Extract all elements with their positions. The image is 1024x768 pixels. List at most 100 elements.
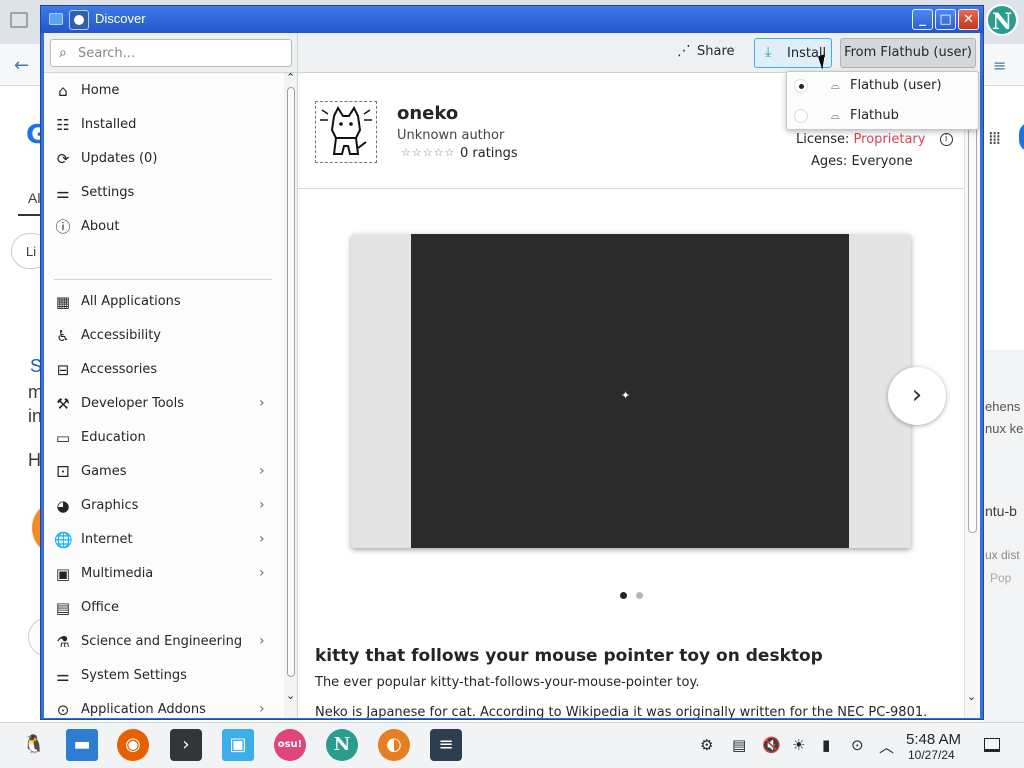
show-desktop-icon[interactable] (984, 738, 1000, 752)
sidebar-item-office[interactable]: ▤ Office (44, 591, 284, 625)
sidebar-item-accessories[interactable]: ⊟ Accessories (44, 353, 284, 387)
share-button[interactable]: ⋰ Share (677, 43, 735, 59)
app-name: oneko (397, 103, 459, 124)
background-avatar: N (986, 4, 1018, 36)
sidebar-item-label: About (81, 219, 120, 234)
source-option-label: Flathub (user) (850, 78, 942, 93)
browser-icon[interactable]: ◐ (378, 729, 410, 761)
sidebar-item-all-applications[interactable]: ▦ All Applications (44, 285, 284, 319)
firefox-icon[interactable]: ◉ (117, 729, 149, 761)
next-screenshot-button[interactable]: › (888, 367, 946, 425)
sidebar: ⌂ Home ☷ Installed ⟳ Updates (0) ⚌ Settings ⓘ Abo… (44, 73, 298, 718)
sidebar-item-science-and-engineering[interactable]: ⚗ Science and Engineering › (44, 625, 284, 659)
application-launcher-icon[interactable]: 🐧 (18, 729, 50, 761)
background-account-circle (1019, 122, 1024, 152)
netsurf-icon[interactable]: N (326, 729, 358, 761)
sidebar-item-label: Games (81, 464, 127, 479)
flathub-icon: ⌓ (831, 79, 840, 92)
screenshot-carousel[interactable]: ✦ (351, 234, 911, 548)
maximize-button[interactable]: □ (935, 9, 956, 30)
sidebar-item-label: Multimedia (81, 566, 154, 581)
network-icon[interactable]: ⚙ (700, 736, 713, 754)
sidebar-item-internet[interactable]: 🌐 Internet › (44, 523, 284, 557)
background-text: Li (26, 244, 37, 259)
clipboard-icon[interactable]: ▤ (732, 736, 746, 754)
license-value-link[interactable]: Proprietary (854, 132, 926, 147)
app-details-page: oneko Unknown author ☆☆☆☆☆ 0 ratings Lic… (298, 73, 980, 718)
clock-time[interactable]: 5:48 AM (906, 731, 961, 748)
graphics-icon: ◕ (56, 497, 70, 515)
sidebar-item-about[interactable]: ⓘ About (44, 210, 284, 244)
volume-muted-icon[interactable]: 🔇 (762, 736, 781, 754)
sidebar-scroll-thumb[interactable] (287, 87, 295, 677)
file-manager-icon[interactable]: ▬ (66, 729, 98, 761)
screenshot-image[interactable]: ✦ (411, 234, 849, 548)
sidebar-divider (54, 279, 272, 280)
sidebar-item-label: Updates (0) (81, 151, 158, 166)
all-applications-icon: ▦ (55, 293, 71, 311)
sidebar-item-label: Science and Engineering (81, 634, 243, 649)
clock-date[interactable]: 10/27/24 (908, 748, 955, 762)
oneko-app-icon (315, 101, 377, 163)
accessibility-icon: ♿ (56, 327, 70, 345)
sidebar-item-graphics[interactable]: ◕ Graphics › (44, 489, 284, 523)
carousel-dot[interactable] (636, 592, 643, 599)
sidebar-item-accessibility[interactable]: ♿ Accessibility (44, 319, 284, 353)
close-button[interactable]: ✕ (958, 9, 979, 30)
sidebar-item-application-addons[interactable]: ⊙ Application Addons › (44, 693, 284, 718)
sidebar-item-updates-0[interactable]: ⟳ Updates (0) (44, 142, 284, 176)
background-text: nux ker (985, 421, 1024, 436)
sidebar-item-installed[interactable]: ☷ Installed (44, 108, 284, 142)
scroll-down-icon[interactable]: ⌄ (286, 689, 295, 702)
updates-icon: ⟳ (56, 150, 70, 168)
window-menu-icon[interactable] (49, 13, 63, 25)
radio-unselected[interactable] (794, 109, 808, 123)
internet-icon: 🌐 (54, 531, 73, 549)
updates-tray-icon[interactable]: ⊙ (851, 736, 864, 754)
source-option-flathub[interactable]: ⌓ Flathub (787, 102, 978, 131)
scroll-down-icon[interactable]: ⌄ (967, 690, 976, 703)
sidebar-item-settings[interactable]: ⚌ Settings (44, 176, 284, 210)
sidebar-item-education[interactable]: ▭ Education (44, 421, 284, 455)
background-text: ux dist (985, 548, 1020, 562)
terminal-icon[interactable]: › (170, 729, 202, 761)
usb-icon[interactable]: ▮ (822, 736, 830, 754)
sidebar-item-games[interactable]: ⚀ Games › (44, 455, 284, 489)
accessories-icon: ⊟ (56, 361, 70, 379)
expand-tray-icon[interactable]: ︿ (879, 736, 894, 757)
sidebar-item-developer-tools[interactable]: ⚒ Developer Tools › (44, 387, 284, 421)
chevron-right-icon: › (259, 497, 265, 513)
sidebar-item-label: Education (81, 430, 146, 445)
scroll-up-icon[interactable]: ⌃ (286, 73, 295, 84)
sidebar-item-label: Application Addons (81, 702, 206, 717)
ratings-count[interactable]: 0 ratings (460, 146, 518, 161)
chevron-right-icon: › (259, 395, 265, 411)
sidebar-scrollbar[interactable]: ⌃ ⌄ (284, 73, 297, 718)
content-scrollbar[interactable]: ⌃ ⌄ (964, 73, 980, 718)
minimize-button[interactable]: _ (912, 9, 933, 30)
license-info-icon[interactable]: i (939, 133, 953, 146)
office-icon: ▤ (55, 599, 71, 617)
search-field[interactable]: ⌕ Search... (50, 39, 292, 67)
download-icon: ⤓ (765, 44, 772, 60)
sidebar-item-system-settings[interactable]: ⚌ System Settings (44, 659, 284, 693)
sidebar-item-multimedia[interactable]: ▣ Multimedia › (44, 557, 284, 591)
brightness-icon[interactable]: ☀ (792, 736, 805, 754)
window-titlebar[interactable]: Discover _ □ ✕ (41, 6, 983, 33)
sidebar-item-label: System Settings (81, 668, 187, 683)
sidebar-item-home[interactable]: ⌂ Home (44, 74, 284, 108)
carousel-dot-active[interactable] (620, 592, 627, 599)
osu-icon[interactable]: osu! (274, 729, 306, 761)
system-monitor-icon[interactable]: ≡ (430, 729, 462, 761)
radio-selected[interactable] (794, 79, 808, 93)
source-selector-button[interactable]: From Flathub (user) (840, 38, 976, 68)
content-scroll-thumb[interactable] (968, 85, 977, 533)
app-description-line: The ever popular kitty-that-follows-your… (315, 675, 700, 690)
background-text: ntu-b (985, 503, 1017, 519)
sidebar-item-label: Office (81, 600, 119, 615)
background-mail-icon (10, 12, 28, 28)
app-summary: kitty that follows your mouse pointer to… (315, 646, 823, 666)
discover-taskbar-icon[interactable]: ▣ (222, 729, 254, 761)
source-option-flathub-user[interactable]: ⌓ Flathub (user) (787, 72, 978, 101)
search-icon: ⌕ (59, 45, 67, 61)
